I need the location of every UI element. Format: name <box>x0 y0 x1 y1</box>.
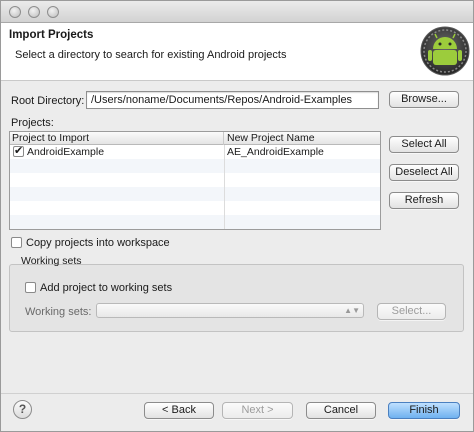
working-sets-group <box>9 264 464 332</box>
project-name-cell: AndroidExample <box>27 146 105 158</box>
wizard-header: Import Projects Select a directory to se… <box>1 23 473 81</box>
table-row-empty <box>10 187 380 201</box>
copy-into-workspace-checkbox[interactable] <box>11 237 22 248</box>
footer-divider <box>1 393 473 394</box>
help-icon[interactable]: ? <box>13 400 32 419</box>
finish-button[interactable]: Finish <box>388 402 460 419</box>
table-row[interactable]: AndroidExample AE_AndroidExample <box>10 144 380 159</box>
project-import-checkbox[interactable] <box>13 144 24 157</box>
table-row-empty <box>10 201 380 215</box>
cancel-button[interactable]: Cancel <box>306 402 376 419</box>
add-to-working-sets-label[interactable]: Add project to working sets <box>40 282 172 294</box>
back-button[interactable]: < Back <box>144 402 214 419</box>
dropdown-arrow-icon: ▲▼ <box>344 306 360 315</box>
projects-table-header: Project to Import New Project Name <box>10 132 380 145</box>
column-header-new-project-name[interactable]: New Project Name <box>225 132 380 145</box>
select-working-sets-button: Select... <box>377 303 446 320</box>
projects-table[interactable]: Project to Import New Project Name Andro… <box>9 131 381 230</box>
browse-button[interactable]: Browse... <box>389 91 459 108</box>
minimize-window-icon[interactable] <box>28 6 40 18</box>
root-directory-label: Root Directory: <box>11 95 85 107</box>
page-description: Select a directory to search for existin… <box>15 49 287 61</box>
table-row-empty <box>10 159 380 173</box>
copy-into-workspace-label[interactable]: Copy projects into workspace <box>26 237 170 249</box>
android-logo-icon <box>420 26 470 76</box>
table-row-empty <box>10 173 380 187</box>
column-header-project-to-import[interactable]: Project to Import <box>10 132 224 145</box>
working-sets-group-title: Working sets <box>21 255 82 267</box>
working-sets-field-label: Working sets: <box>25 306 92 318</box>
projects-label: Projects: <box>11 117 54 129</box>
select-all-button[interactable]: Select All <box>389 136 459 153</box>
add-to-working-sets-checkbox[interactable] <box>25 282 36 293</box>
working-sets-dropdown: ▲▼ <box>96 303 364 318</box>
root-directory-input[interactable]: /Users/noname/Documents/Repos/Android-Ex… <box>86 91 379 109</box>
table-row-empty <box>10 215 380 229</box>
zoom-window-icon[interactable] <box>47 6 59 18</box>
close-window-icon[interactable] <box>9 6 21 18</box>
column-divider <box>224 145 225 229</box>
title-bar <box>1 1 473 23</box>
next-button: Next > <box>222 402 293 419</box>
import-projects-window: Import Projects Select a directory to se… <box>0 0 474 432</box>
deselect-all-button[interactable]: Deselect All <box>389 164 459 181</box>
refresh-button[interactable]: Refresh <box>389 192 459 209</box>
new-project-name-cell[interactable]: AE_AndroidExample <box>227 145 324 159</box>
page-title: Import Projects <box>9 29 94 41</box>
